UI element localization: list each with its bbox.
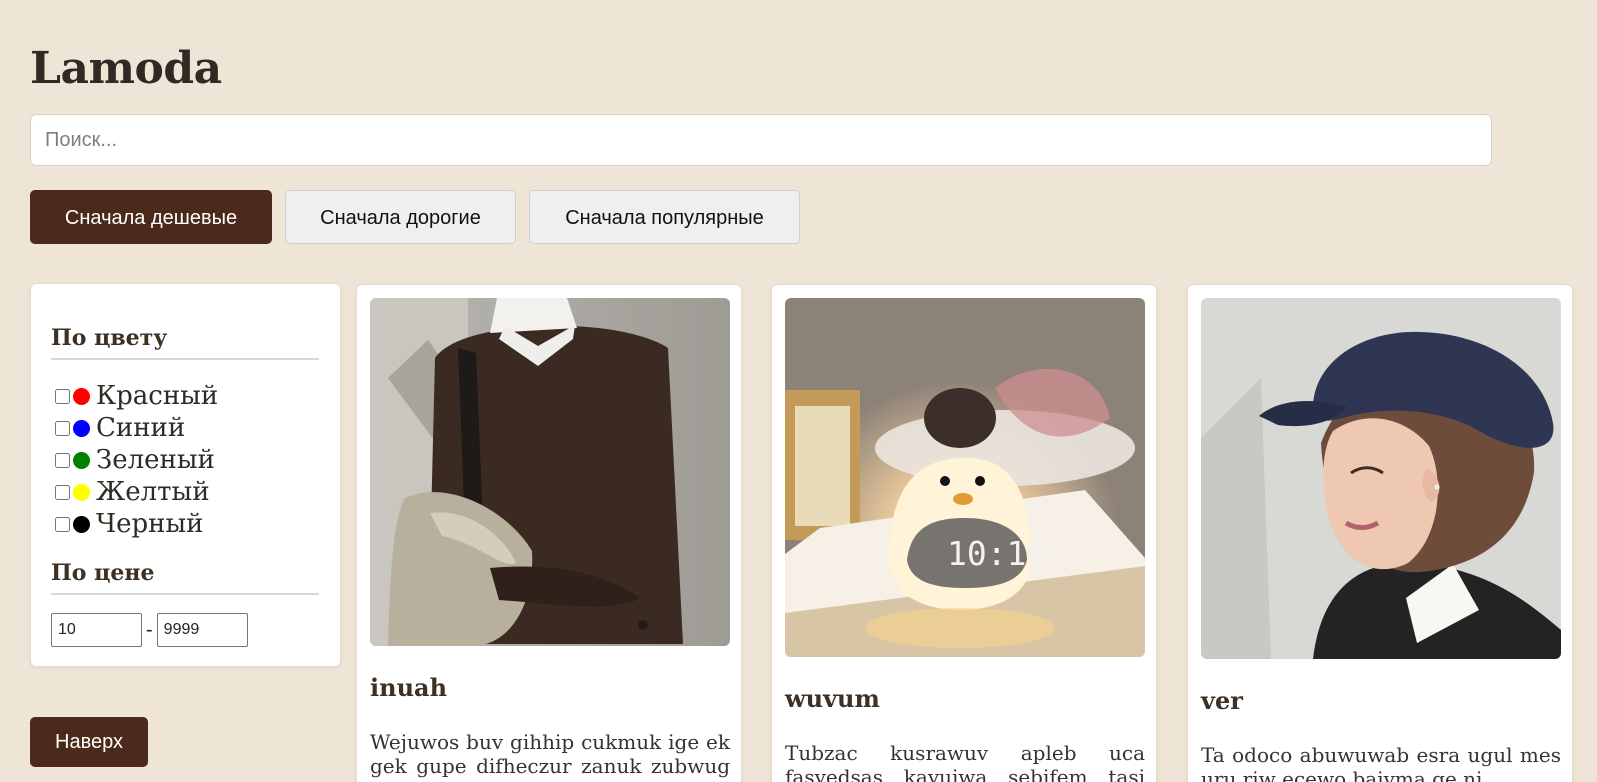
cap-portrait-photo-icon (1201, 298, 1561, 659)
price-filter-title: По цене (51, 558, 319, 595)
sweater-photo-icon (370, 298, 730, 646)
color-label: Желтый (96, 477, 210, 507)
product-description: Tubzac kusrawuv apleb uca fasvedsas kavu… (785, 741, 1145, 782)
color-label: Зеленый (96, 445, 215, 475)
product-name[interactable]: ver (1201, 686, 1243, 716)
price-separator: - (146, 618, 153, 641)
color-option-blue[interactable]: Синий (55, 412, 218, 444)
product-card[interactable]: 10:16 wuvum Tubzac kusrawuv apleb uca fa… (771, 284, 1157, 782)
search-input[interactable] (31, 115, 1491, 165)
color-filter-list: Красный Синий Зеленый Желтый Черный (55, 380, 218, 540)
color-option-red[interactable]: Красный (55, 380, 218, 412)
color-option-black[interactable]: Черный (55, 508, 218, 540)
product-card[interactable]: ver Ta odoco abuwuwab esra ugul mes uru … (1187, 284, 1573, 782)
red-checkbox[interactable] (55, 388, 70, 404)
blue-swatch-icon (73, 419, 90, 437)
color-label: Красный (96, 381, 219, 411)
clock-lamp-photo-icon: 10:16 (785, 298, 1145, 657)
color-option-green[interactable]: Зеленый (55, 444, 218, 476)
red-swatch-icon (73, 387, 90, 405)
brand-logo: Lamoda (30, 43, 222, 94)
price-range: - (51, 613, 248, 647)
filters-panel: По цвету Красный Синий Зеленый Желтый Че… (30, 283, 341, 667)
product-card[interactable]: inuah Wejuwos buv gihhip cukmuk ige ek g… (356, 284, 742, 782)
back-to-top-button[interactable]: Наверх (30, 717, 148, 767)
search-box[interactable] (30, 114, 1492, 166)
yellow-checkbox[interactable] (55, 484, 70, 500)
color-label: Черный (96, 509, 204, 539)
svg-text:10:16: 10:16 (947, 534, 1046, 573)
color-label: Синий (96, 413, 186, 443)
color-filter-title: По цвету (51, 323, 319, 360)
price-max-input[interactable] (156, 613, 248, 647)
product-name[interactable]: inuah (370, 673, 447, 703)
sort-cheapest-button[interactable]: Сначала дешевые (30, 190, 272, 244)
black-swatch-icon (73, 515, 90, 533)
sort-expensive-button[interactable]: Сначала дорогие (285, 190, 516, 244)
black-checkbox[interactable] (55, 516, 70, 532)
product-name[interactable]: wuvum (785, 684, 880, 714)
yellow-swatch-icon (73, 483, 90, 501)
blue-checkbox[interactable] (55, 420, 70, 436)
color-option-yellow[interactable]: Желтый (55, 476, 218, 508)
product-description: Wejuwos buv gihhip cukmuk ige ek gek gup… (370, 730, 730, 782)
price-min-input[interactable] (51, 613, 142, 647)
green-swatch-icon (73, 451, 90, 469)
green-checkbox[interactable] (55, 452, 70, 468)
product-description: Ta odoco abuwuwab esra ugul mes uru riw … (1201, 743, 1561, 782)
sort-popular-button[interactable]: Сначала популярные (529, 190, 800, 244)
